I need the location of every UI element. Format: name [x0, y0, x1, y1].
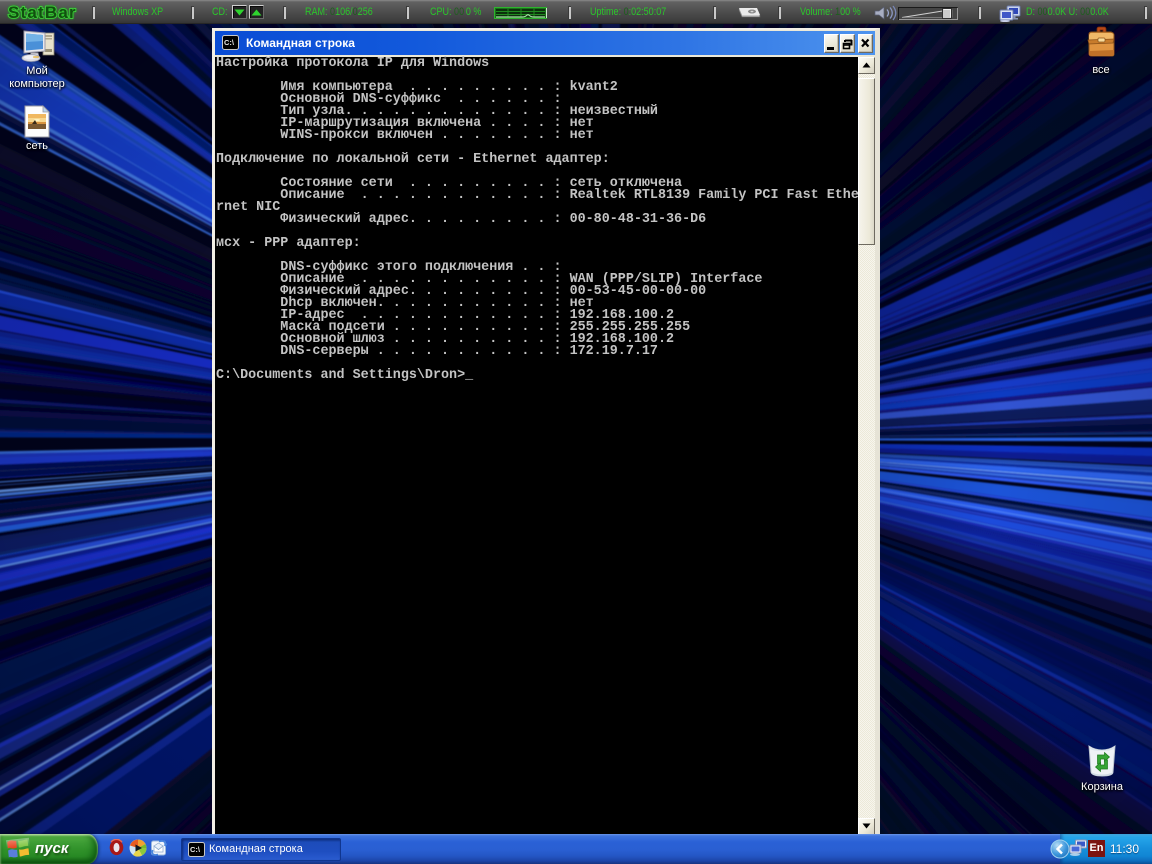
svg-text:C:\: C:\ — [224, 38, 235, 47]
svg-text:StatBar: StatBar — [8, 3, 77, 22]
svg-text:C:\: C:\ — [190, 845, 201, 854]
